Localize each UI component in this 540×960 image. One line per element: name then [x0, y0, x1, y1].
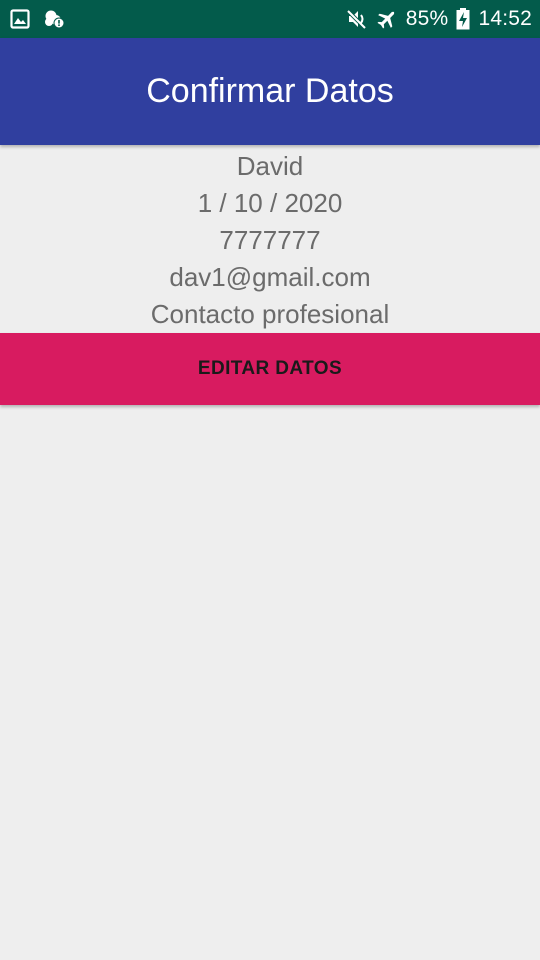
- notification-icon: [44, 9, 66, 29]
- mute-icon: [346, 8, 368, 30]
- contact-description: Contacto profesional: [150, 299, 390, 329]
- page-title: Confirmar Datos: [146, 72, 394, 110]
- edit-data-button[interactable]: EDITAR DATOS: [0, 333, 540, 405]
- battery-percentage: 85%: [405, 7, 449, 30]
- contact-email: dav1@gmail.com: [169, 262, 371, 292]
- contact-details: David 1 / 10 / 2020 7777777 dav1@gmail.c…: [0, 145, 540, 333]
- app-bar: Confirmar Datos: [0, 38, 540, 145]
- image-icon: [10, 9, 30, 29]
- contact-name: David: [236, 151, 304, 181]
- clock: 14:52: [478, 7, 532, 30]
- contact-phone: 7777777: [219, 225, 321, 255]
- status-bar: 85% 14:52: [0, 0, 540, 38]
- airplane-mode-icon: [376, 8, 398, 30]
- status-left-icons: [10, 9, 80, 29]
- contact-date: 1 / 10 / 2020: [197, 188, 343, 218]
- status-right-icons: 85% 14:52: [338, 7, 532, 31]
- battery-charging-icon: [456, 8, 470, 30]
